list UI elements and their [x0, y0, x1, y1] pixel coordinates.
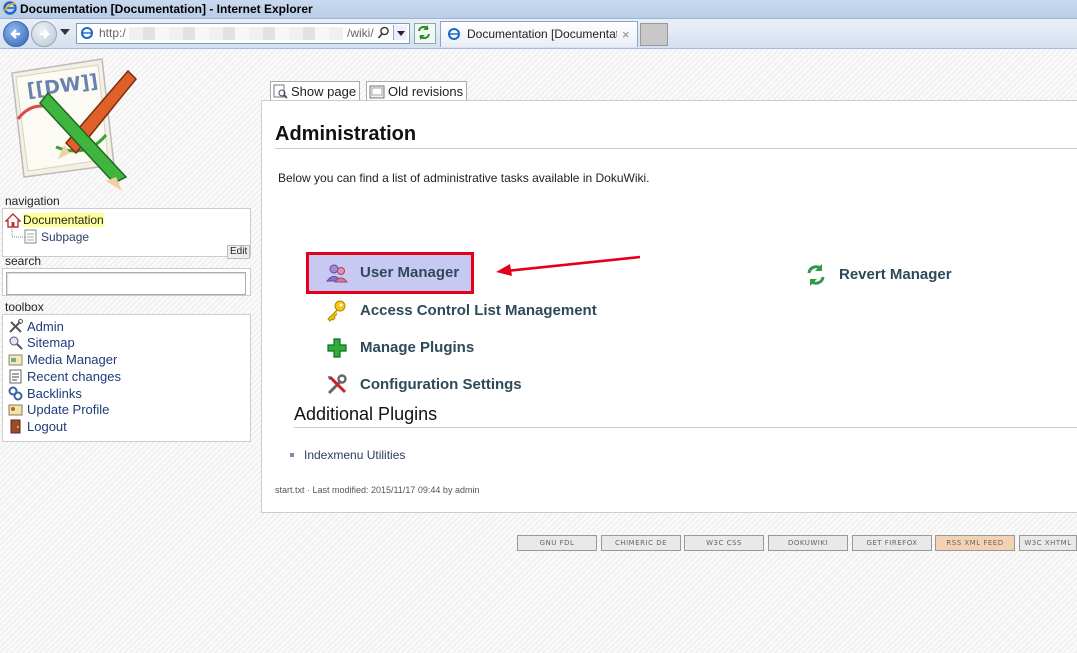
search-heading: search — [5, 254, 42, 268]
toolbox-item-media-manager[interactable]: Media Manager — [8, 352, 117, 368]
recent-changes-icon — [9, 369, 22, 384]
ie-page-icon — [81, 27, 93, 39]
edit-button[interactable]: Edit — [227, 245, 251, 259]
badge-get-firefox[interactable]: GET FIREFOX — [852, 535, 932, 551]
main-content: Administration Below you can find a list… — [261, 100, 1077, 513]
tab-show-page-label: Show page — [291, 84, 357, 99]
forward-arrow-icon — [40, 29, 50, 39]
revert-icon — [807, 264, 825, 286]
toolbox-item-admin[interactable]: Admin — [8, 319, 64, 335]
address-bar[interactable]: http:/ /wiki/ — [76, 23, 410, 44]
back-arrow-icon — [10, 29, 20, 39]
logout-icon — [10, 419, 21, 434]
media-icon — [8, 354, 23, 366]
show-page-icon — [273, 84, 288, 99]
window-titlebar: Documentation [Documentation] - Internet… — [0, 0, 1077, 19]
new-tab-button[interactable] — [640, 23, 668, 46]
task-acl-management-label: Access Control List Management — [360, 302, 597, 319]
badge-rss-feed[interactable]: RSS XML FEED — [935, 535, 1015, 551]
toolbox-item-update-profile-label: Update Profile — [27, 402, 110, 417]
backlinks-icon — [8, 386, 23, 401]
toolbox-item-backlinks-label: Backlinks — [27, 386, 82, 401]
tab-old-revisions-label: Old revisions — [388, 84, 464, 99]
title-divider — [275, 148, 1077, 149]
refresh-button[interactable] — [414, 23, 436, 44]
toolbox-item-recent-changes-label: Recent changes — [27, 369, 121, 384]
address-url-suffix: /wiki/ — [347, 26, 374, 40]
wrench-icon — [327, 374, 347, 395]
sitemap-icon — [9, 336, 23, 350]
toolbox-item-sitemap-label: Sitemap — [27, 335, 75, 350]
ie-tab-icon — [448, 28, 460, 40]
task-configuration-settings-label: Configuration Settings — [360, 376, 522, 393]
badge-w3c-css[interactable]: W3C CSS — [684, 535, 764, 551]
document-info: start.txt · Last modified: 2015/11/17 09… — [275, 485, 480, 495]
nav-item-documentation-label: Documentation — [23, 213, 104, 227]
browser-tab[interactable]: Documentation [Documentati... × — [440, 21, 638, 47]
forward-button[interactable] — [31, 21, 57, 47]
nav-item-documentation[interactable]: Documentation — [23, 213, 104, 227]
toolbox-item-logout-label: Logout — [27, 419, 67, 434]
old-revisions-icon — [369, 85, 385, 99]
refresh-icon — [418, 25, 430, 40]
close-tab-icon[interactable]: × — [622, 22, 630, 47]
users-icon — [325, 264, 349, 283]
address-url-redacted — [129, 27, 343, 40]
profile-icon — [8, 404, 23, 416]
additional-plugins-heading: Additional Plugins — [294, 404, 438, 424]
address-url-prefix: http:/ — [99, 26, 126, 40]
internet-explorer-icon — [3, 1, 17, 15]
browser-navigation-bar: http:/ /wiki/ Documentation [Documentati… — [0, 19, 1077, 49]
toolbox-item-update-profile[interactable]: Update Profile — [8, 402, 109, 418]
dokuwiki-page: [[DW]] navigation Documentation Subpage … — [0, 49, 1077, 653]
page-icon — [24, 229, 37, 244]
window-title: Documentation [Documentation] - Internet… — [20, 2, 313, 16]
back-button[interactable] — [3, 21, 29, 47]
toolbox-heading: toolbox — [5, 300, 44, 314]
tab-label: Documentation [Documentati... — [467, 27, 617, 41]
search-input[interactable] — [6, 272, 246, 295]
tools-icon — [9, 319, 23, 333]
toolbox-item-admin-label: Admin — [27, 319, 64, 334]
address-dropdown-button[interactable] — [393, 25, 407, 40]
toolbox-item-backlinks[interactable]: Backlinks — [8, 386, 82, 402]
badge-chimeric[interactable]: CHIMERIC DE — [601, 535, 681, 551]
task-user-manager-label: User Manager — [360, 264, 460, 281]
plus-icon — [327, 338, 347, 358]
dokuwiki-logo[interactable]: [[DW]] — [6, 55, 140, 191]
page-title: Administration — [275, 123, 417, 145]
nav-item-subpage[interactable]: Subpage — [41, 230, 89, 244]
toolbox-item-sitemap[interactable]: Sitemap — [8, 335, 75, 351]
task-revert-manager-label: Revert Manager — [839, 266, 952, 283]
task-manage-plugins-label: Manage Plugins — [360, 339, 475, 356]
badge-w3c-xhtml[interactable]: W3C XHTML — [1019, 535, 1077, 551]
red-annotation-arrow — [496, 255, 641, 276]
recent-pages-dropdown[interactable] — [60, 29, 70, 35]
tab-show-page[interactable]: Show page — [270, 81, 361, 100]
badge-dokuwiki[interactable]: DOKUWIKI — [768, 535, 848, 551]
intro-text: Below you can find a list of administrat… — [278, 171, 650, 185]
navigation-box: Documentation Subpage — [2, 208, 251, 257]
search-icon[interactable] — [377, 26, 390, 40]
toolbox-item-media-manager-label: Media Manager — [27, 352, 118, 367]
badge-gnu-fdl[interactable]: GNU FDL — [517, 535, 597, 551]
tab-old-revisions[interactable]: Old revisions — [366, 81, 468, 100]
toolbox-item-logout[interactable]: Logout — [8, 419, 67, 435]
plugin-item-indexmenu-utilities[interactable]: Indexmenu Utilities — [289, 448, 405, 462]
key-icon — [327, 300, 346, 322]
navigation-heading: navigation — [5, 194, 60, 208]
additional-plugins-divider — [294, 427, 1077, 428]
home-icon — [5, 213, 21, 228]
toolbox-item-recent-changes[interactable]: Recent changes — [8, 369, 121, 385]
